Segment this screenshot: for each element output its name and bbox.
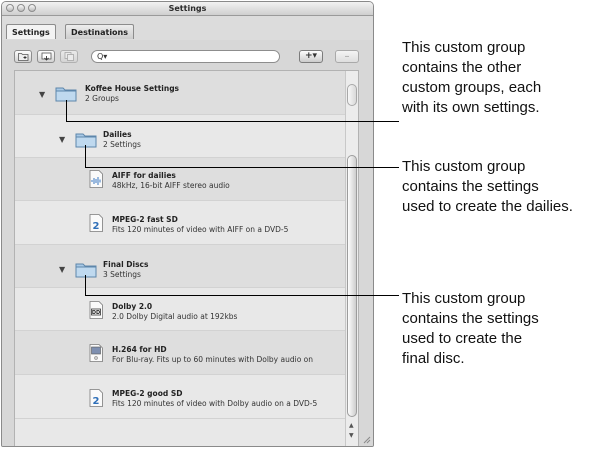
leader-line [85, 275, 86, 296]
item-name: Final Discs [103, 260, 149, 269]
settings-pane: Q▾ +▾ – ▼ Koffee House Settings 2 Groups… [2, 40, 373, 446]
list-item-final-discs[interactable]: ▼ Final Discs 3 Settings [15, 245, 346, 288]
new-group-icon [18, 53, 29, 61]
search-value: Q▾ [97, 52, 108, 61]
tab-settings[interactable]: Settings [6, 24, 56, 39]
item-description: 3 Settings [103, 270, 141, 279]
settings-list: ▼ Koffee House Settings 2 Groups ▼ Daili… [14, 70, 359, 446]
disclosure-triangle-icon[interactable]: ▼ [39, 90, 45, 99]
leader-line [85, 145, 86, 168]
leader-line [66, 100, 67, 122]
apply-button[interactable] [37, 50, 55, 63]
new-group-button[interactable] [14, 50, 32, 63]
duplicate-button[interactable] [60, 50, 78, 63]
item-description: 2 Groups [85, 94, 119, 103]
leader-line [85, 167, 399, 168]
item-name: AIFF for dailies [112, 171, 176, 180]
scrollbar-top-cap [347, 84, 357, 106]
mpeg2-setting-icon: 2 [89, 389, 103, 407]
item-name: Koffee House Settings [85, 84, 180, 93]
leader-line [85, 295, 399, 296]
item-name: Dailies [103, 130, 132, 139]
svg-text:DD: DD [92, 310, 100, 316]
add-button[interactable]: +▾ [299, 50, 323, 63]
item-description: 48kHz, 16-bit AIFF stereo audio [112, 181, 230, 190]
item-description: Fits 120 minutes of video with Dolby aud… [112, 399, 318, 408]
apply-icon [41, 52, 52, 61]
window-title: Settings [168, 4, 207, 13]
scroll-up-arrow-icon[interactable]: ▲ [349, 423, 354, 429]
scroll-down-arrow-icon[interactable]: ▼ [349, 433, 354, 439]
disclosure-triangle-icon[interactable]: ▼ [59, 135, 65, 144]
item-description: For Blu-ray. Fits up to 60 minutes with … [112, 355, 314, 364]
item-description: 2 Settings [103, 140, 141, 149]
settings-window: Settings Settings Destinations Q▾ +▾ – ▼… [1, 1, 374, 447]
leader-line [66, 121, 399, 122]
list-item-mpeg2-fast[interactable]: 2 MPEG-2 fast SD Fits 120 minutes of vid… [15, 201, 346, 245]
list-item-koffee-house[interactable]: ▼ Koffee House Settings 2 Groups [15, 71, 346, 115]
duplicate-icon [64, 52, 74, 61]
list-item-h264[interactable]: H.264 for HD For Blu-ray. Fits up to 60 … [15, 331, 346, 375]
list-item-aiff-dailies[interactable]: AIFF for dailies 48kHz, 16-bit AIFF ster… [15, 158, 346, 201]
svg-text:2: 2 [93, 396, 100, 407]
item-name: Dolby 2.0 [112, 302, 153, 311]
h264-setting-icon [89, 344, 103, 362]
title-bar[interactable]: Settings [2, 2, 373, 16]
svg-text:2: 2 [93, 221, 100, 232]
callout-final-discs: This custom group contains the settings … [402, 290, 539, 367]
folder-icon [75, 263, 97, 278]
item-description: 2.0 Dolby Digital audio at 192kbs [112, 312, 238, 321]
tab-bar: Settings Destinations [2, 16, 373, 40]
remove-button[interactable]: – [335, 50, 359, 63]
folder-icon [75, 133, 97, 148]
item-name: H.264 for HD [112, 345, 167, 354]
list-item-mpeg2-good[interactable]: 2 MPEG-2 good SD Fits 120 minutes of vid… [15, 375, 346, 419]
search-field[interactable]: Q▾ [91, 50, 280, 63]
dolby-setting-icon: DD [89, 301, 103, 319]
callout-koffee-house: This custom group contains the other cus… [402, 39, 542, 116]
item-name: MPEG-2 fast SD [112, 215, 178, 224]
mpeg2-setting-icon: 2 [89, 214, 103, 232]
disclosure-triangle-icon[interactable]: ▼ [59, 265, 65, 274]
callout-dailies: This custom group contains the settings … [402, 158, 573, 215]
scrollbar-thumb[interactable] [347, 155, 357, 417]
resize-grip-icon[interactable] [361, 434, 371, 444]
item-name: MPEG-2 good SD [112, 389, 183, 398]
item-description: Fits 120 minutes of video with AIFF on a… [112, 225, 289, 234]
vertical-scrollbar[interactable]: ▲ ▼ [345, 71, 358, 446]
audio-setting-icon [89, 170, 103, 188]
tab-destinations[interactable]: Destinations [65, 24, 135, 39]
